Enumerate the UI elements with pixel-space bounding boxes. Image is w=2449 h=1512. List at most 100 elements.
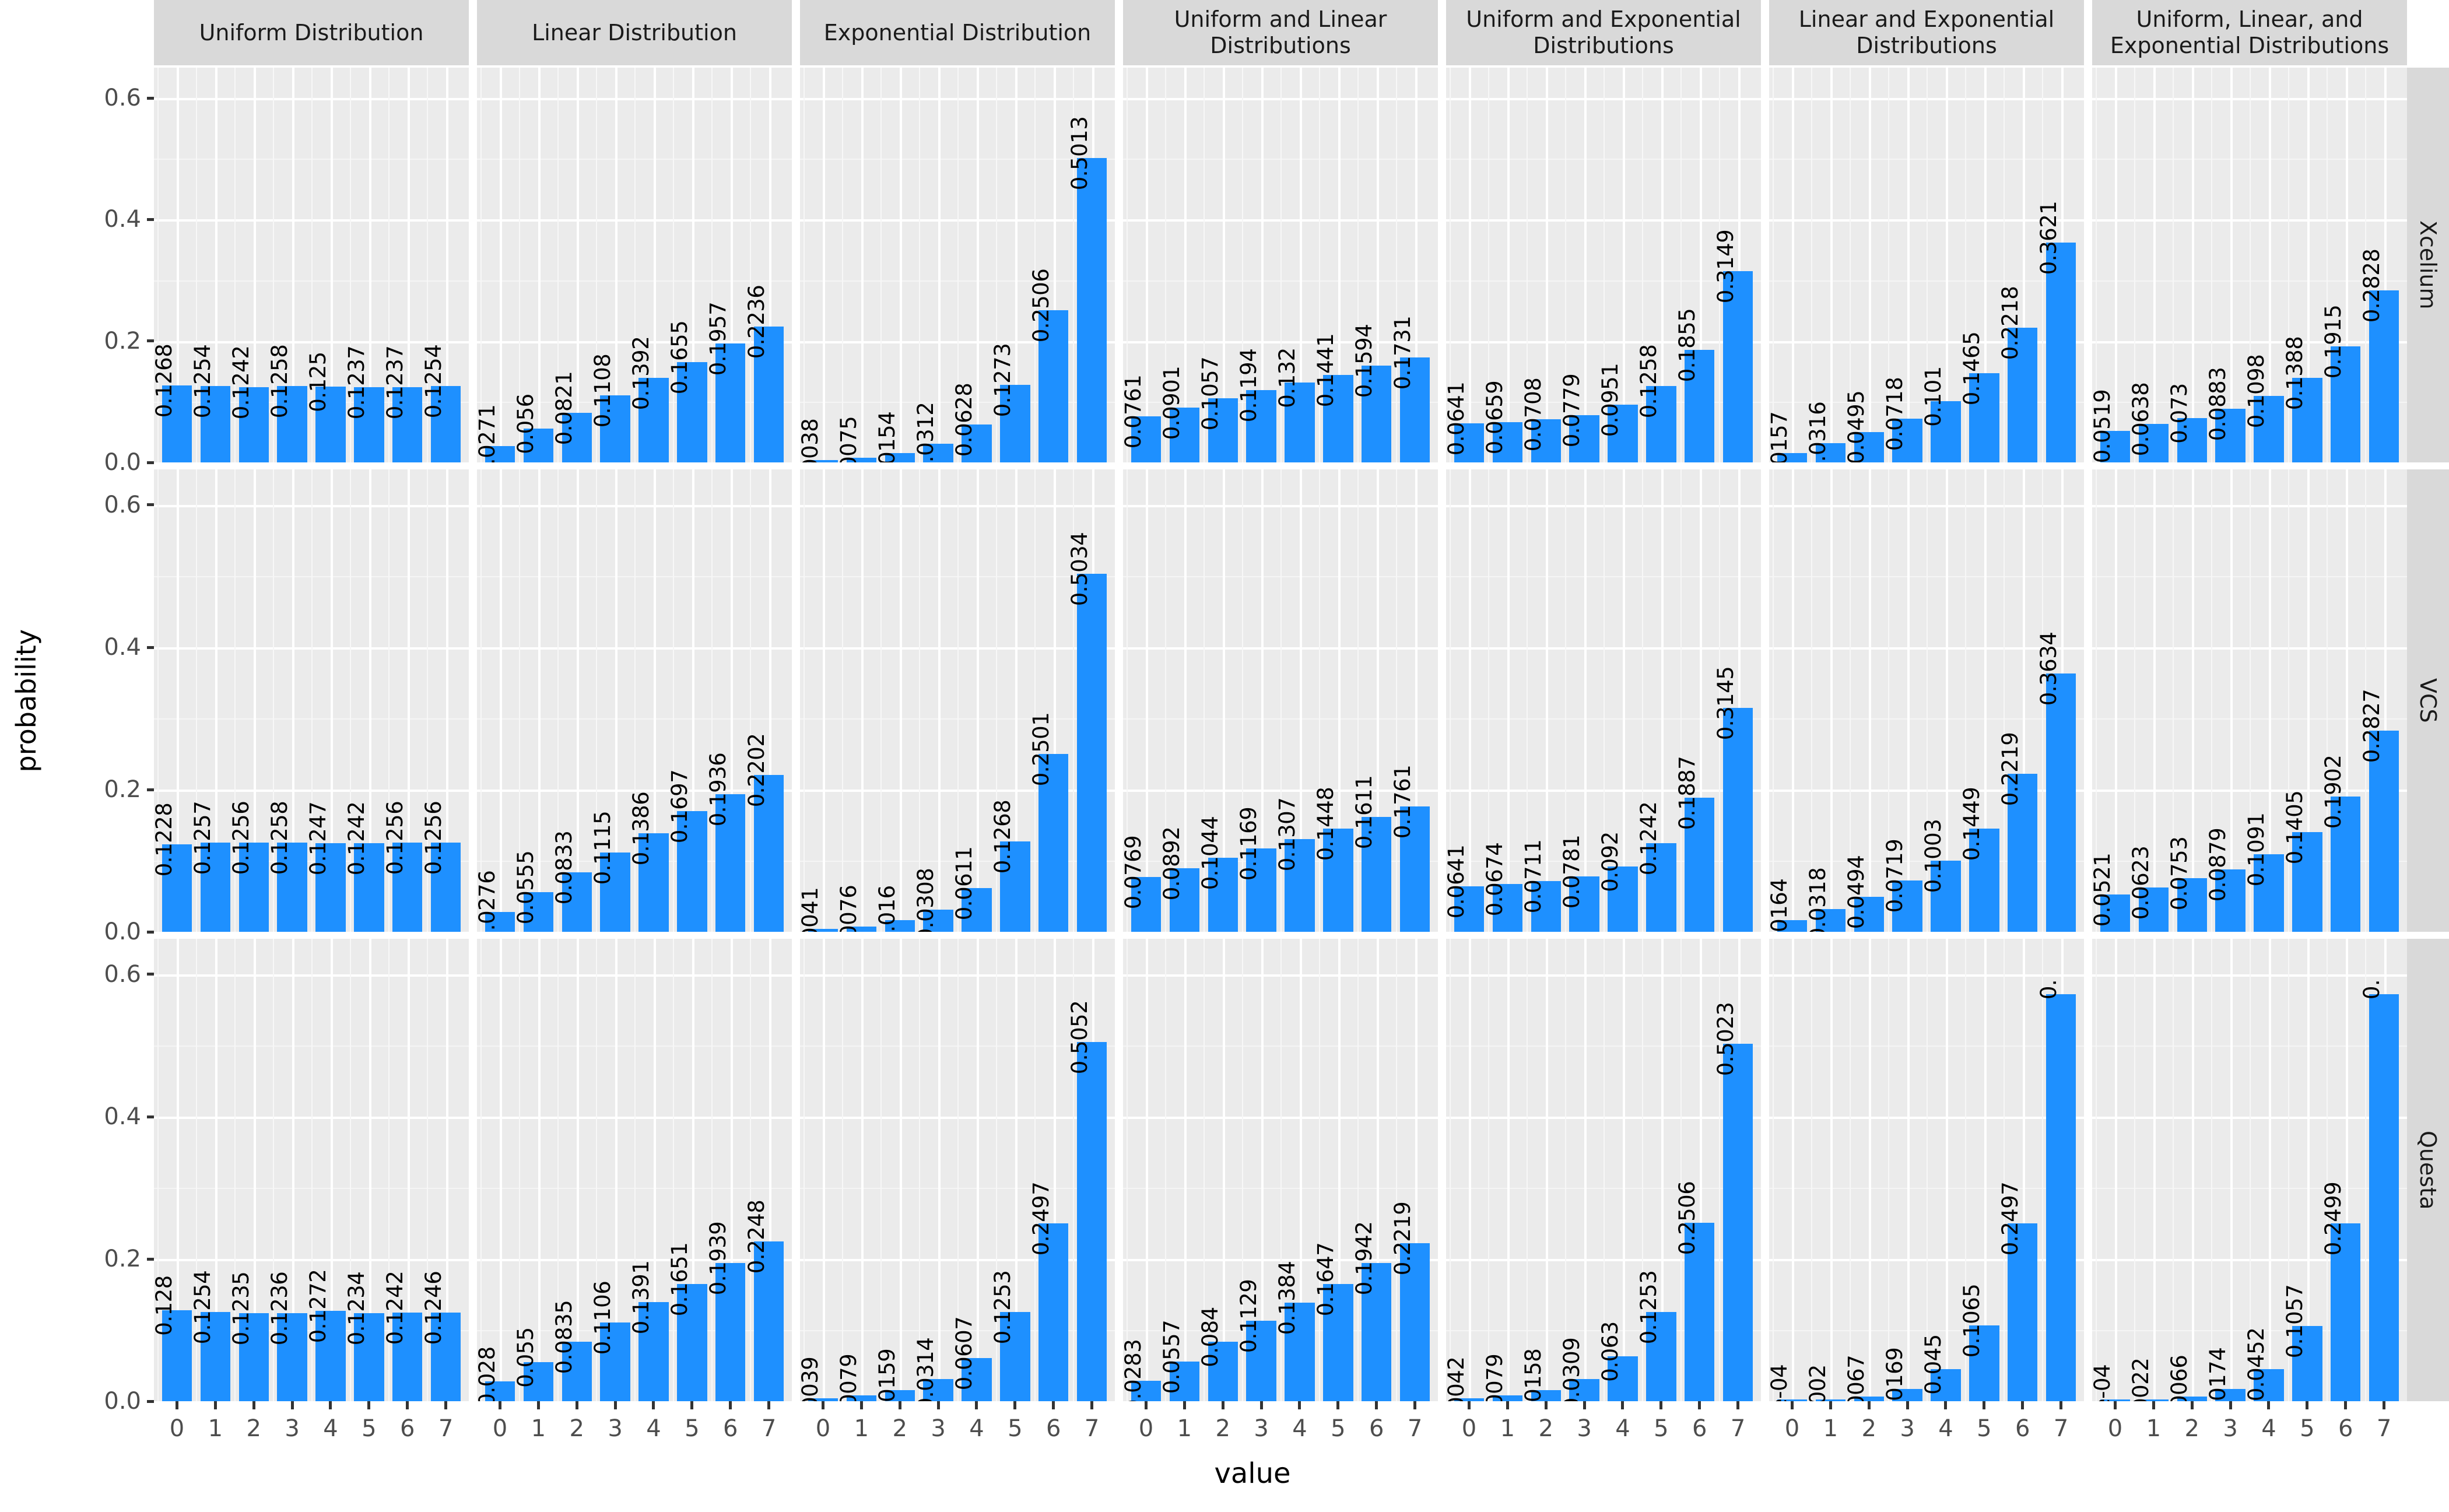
- bar[interactable]: 0.1258: [1636, 345, 1676, 462]
- bar[interactable]: 0.0079: [1482, 1354, 1522, 1401]
- bar[interactable]: 0.: [2359, 980, 2399, 1401]
- bar[interactable]: 0.1253: [1636, 1271, 1676, 1401]
- bar[interactable]: 0.0779: [1559, 374, 1599, 462]
- bar[interactable]: 0.2218: [1998, 286, 2038, 462]
- bar[interactable]: 0.1258: [267, 345, 307, 462]
- bar[interactable]: 0.0312: [913, 402, 953, 462]
- bar[interactable]: 0.0309: [1559, 1338, 1599, 1401]
- bar[interactable]: 0.1253: [990, 1271, 1030, 1401]
- bar[interactable]: 0.0308: [913, 868, 953, 932]
- bar[interactable]: 0.1228: [154, 803, 192, 932]
- bar[interactable]: 0.1655: [667, 320, 707, 462]
- bar[interactable]: 0.1057: [2282, 1285, 2322, 1401]
- bar[interactable]: 0.1256: [421, 801, 461, 932]
- bar[interactable]: 0.0495: [1844, 391, 1884, 462]
- bar[interactable]: 0.1236: [267, 1272, 307, 1401]
- bar[interactable]: 0.0079: [836, 1354, 876, 1401]
- bar[interactable]: 0.1256: [229, 801, 269, 932]
- bar[interactable]: 0.0821: [552, 371, 592, 462]
- bar[interactable]: 0.1242: [344, 802, 384, 932]
- bar[interactable]: 0.0641: [1446, 845, 1485, 932]
- bar[interactable]: 0.1003: [1921, 819, 1961, 932]
- bar[interactable]: 0.0159: [875, 1348, 915, 1401]
- bar[interactable]: 0.1256: [383, 801, 423, 932]
- bar[interactable]: 0.0641: [1446, 382, 1485, 462]
- bar[interactable]: 0.073: [2167, 383, 2207, 462]
- bar[interactable]: 0.128: [154, 1275, 192, 1401]
- bar[interactable]: 0.2202: [744, 734, 784, 932]
- bar[interactable]: 0.1307: [1275, 797, 1315, 932]
- bar[interactable]: 0.1902: [2321, 755, 2361, 932]
- bar[interactable]: 0.1106: [590, 1281, 630, 1401]
- bar[interactable]: 0.028: [477, 1346, 515, 1401]
- bar[interactable]: 0.063: [1598, 1321, 1638, 1401]
- bar[interactable]: 0.0719: [1882, 839, 1922, 932]
- bar[interactable]: 0.2506: [1029, 269, 1069, 462]
- bar[interactable]: 0.0316: [1805, 402, 1845, 462]
- bar[interactable]: 0.002: [1805, 1365, 1845, 1401]
- bar[interactable]: 0.1098: [2244, 354, 2284, 462]
- bar[interactable]: 0.2236: [744, 285, 784, 462]
- bar[interactable]: 0.1065: [1959, 1284, 1999, 1401]
- bar[interactable]: 0.1242: [1636, 802, 1676, 932]
- bar[interactable]: 0.1405: [2282, 790, 2322, 932]
- bar[interactable]: 0.0638: [2128, 382, 2169, 462]
- bar[interactable]: 0.0067: [1844, 1355, 1884, 1401]
- bar[interactable]: 0.2248: [744, 1200, 784, 1401]
- bar[interactable]: 0.1254: [190, 1271, 230, 1401]
- bar[interactable]: 0.0611: [952, 847, 992, 932]
- bar[interactable]: 0.1915: [2321, 304, 2361, 462]
- bar[interactable]: 0.1594: [1352, 324, 1392, 462]
- bar[interactable]: 0.056: [513, 394, 553, 462]
- bar[interactable]: 0.0022: [2128, 1358, 2169, 1401]
- bar[interactable]: 0.1388: [2282, 336, 2322, 462]
- bar[interactable]: 6e-04: [1769, 1364, 1808, 1401]
- bar[interactable]: 0.1129: [1236, 1279, 1276, 1401]
- bar[interactable]: 0.1855: [1675, 308, 1715, 462]
- bar[interactable]: 0.0154: [875, 412, 915, 462]
- bar[interactable]: 0.5023: [1713, 1002, 1753, 1401]
- bar[interactable]: 0.1939: [706, 1222, 746, 1401]
- bar[interactable]: 0.1647: [1313, 1243, 1353, 1401]
- bar[interactable]: 0.0038: [800, 419, 838, 462]
- bar[interactable]: 0.0521: [2092, 853, 2131, 932]
- bar[interactable]: 0.0169: [1882, 1348, 1922, 1401]
- bar[interactable]: 0.1391: [629, 1261, 669, 1401]
- bar[interactable]: 0.1651: [667, 1242, 707, 1401]
- bar[interactable]: 0.2827: [2359, 689, 2399, 932]
- bar[interactable]: 0.0901: [1159, 366, 1199, 462]
- bar[interactable]: 0.1242: [383, 1271, 423, 1401]
- bar[interactable]: 0.0452: [2244, 1328, 2284, 1401]
- bar[interactable]: 0.2499: [2321, 1182, 2361, 1401]
- bar[interactable]: 0.1449: [1959, 787, 1999, 932]
- bar[interactable]: 0.1268: [154, 344, 192, 462]
- bar[interactable]: 0.0066: [2167, 1355, 2207, 1401]
- bar[interactable]: 0.0076: [836, 885, 876, 932]
- bar[interactable]: 0.1697: [667, 770, 707, 932]
- bar[interactable]: 0.2497: [1029, 1182, 1069, 1401]
- bar[interactable]: 0.084: [1198, 1307, 1238, 1401]
- bar[interactable]: 0.1448: [1313, 787, 1353, 932]
- bar[interactable]: 0.0781: [1559, 835, 1599, 932]
- bar[interactable]: 0.1273: [990, 343, 1030, 462]
- bar[interactable]: 0.1254: [421, 345, 461, 462]
- bar[interactable]: 0.0158: [1521, 1349, 1561, 1401]
- bar[interactable]: 0.3149: [1713, 230, 1753, 462]
- bar[interactable]: 0.0761: [1123, 375, 1162, 462]
- bar[interactable]: 0.1237: [383, 346, 423, 462]
- bar[interactable]: 0.0892: [1159, 827, 1199, 932]
- bar[interactable]: 0.1268: [990, 800, 1030, 932]
- bar[interactable]: 0.1115: [590, 811, 630, 932]
- bar[interactable]: 0.1392: [629, 336, 669, 462]
- bar[interactable]: 0.2828: [2359, 249, 2399, 462]
- bar[interactable]: 0.0718: [1882, 377, 1922, 462]
- bar[interactable]: 0.1386: [629, 792, 669, 932]
- bar[interactable]: 0.0041: [800, 887, 838, 932]
- bar[interactable]: 0.1194: [1236, 348, 1276, 462]
- bar[interactable]: 0.1465: [1959, 332, 1999, 462]
- bar[interactable]: 0.0075: [836, 416, 876, 462]
- bar[interactable]: 0.1942: [1352, 1222, 1392, 1401]
- bar[interactable]: 0.045: [1921, 1334, 1961, 1401]
- bar[interactable]: 0.0039: [800, 1357, 838, 1401]
- bar[interactable]: 0.0555: [513, 851, 553, 932]
